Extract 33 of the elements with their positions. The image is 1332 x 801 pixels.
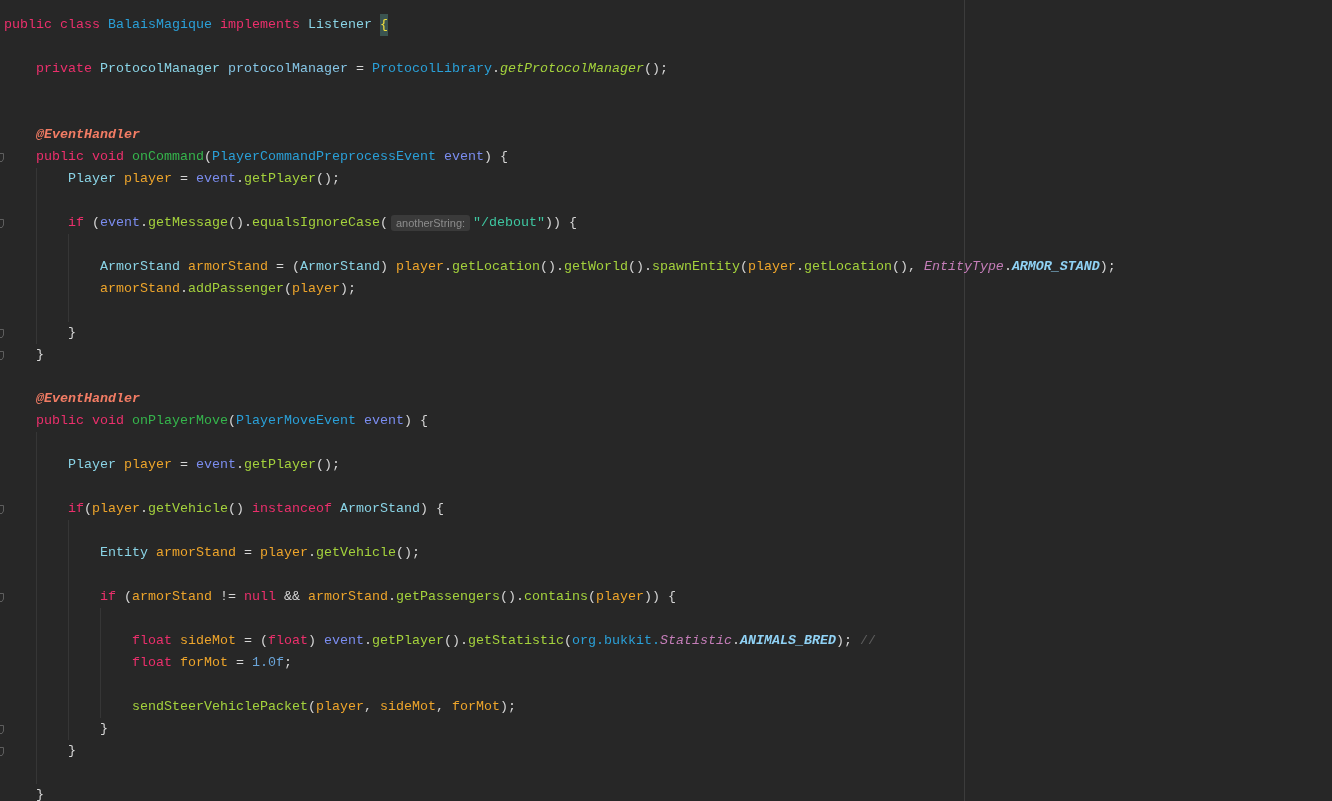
fold-marker-icon[interactable] (0, 152, 4, 162)
fold-marker-icon[interactable] (0, 328, 4, 338)
fold-marker-icon[interactable] (0, 504, 4, 514)
code-text: if(player.getVehicle() instanceof ArmorStand) { (68, 500, 444, 518)
code-text: float forMot = 1.0f; (132, 654, 292, 672)
code-text: } (68, 324, 76, 342)
code-text: } (68, 742, 76, 760)
code-text: Player player = event.getPlayer(); (68, 456, 340, 474)
code-text: public void onPlayerMove(PlayerMoveEvent event) { (36, 412, 428, 430)
code-text: float sideMot = (float) event.getPlayer().getStatistic(org.bukkit.Statistic.ANIMALS_BRED); // (132, 632, 876, 650)
code-text: Player player = event.getPlayer(); (68, 170, 340, 188)
fold-marker-icon[interactable] (0, 350, 4, 360)
matched-brace: { (379, 14, 388, 36)
fold-marker-icon[interactable] (0, 724, 4, 734)
code-text: if (event.getMessage().equalsIgnoreCase( (68, 214, 388, 232)
code-text: Entity armorStand = player.getVehicle(); (100, 544, 420, 562)
code-text: } (36, 346, 44, 364)
parameter-hint: anotherString: (390, 215, 471, 231)
code-text: if (armorStand != null && armorStand.getPassengers().contains(player)) { (100, 588, 676, 606)
code-text: ArmorStand armorStand = (ArmorStand) player.getLocation().getWorld().spawnEntity(player.getLocation(), EntityType.ARMOR_STAND); (100, 258, 1116, 276)
code-text: "/debout")) { (473, 214, 578, 232)
code-text: @EventHandler (36, 390, 140, 408)
code-text: } (100, 720, 108, 738)
code-text: sendSteerVehiclePacket(player, sideMot, forMot); (132, 698, 516, 716)
code-text: } (36, 786, 44, 801)
code-text: @EventHandler (36, 126, 140, 144)
code-text: armorStand.addPassenger(player); (100, 280, 356, 298)
code-text: public class BalaisMagique implements Listener (4, 16, 373, 34)
fold-marker-icon[interactable] (0, 592, 4, 602)
fold-marker-icon[interactable] (0, 218, 4, 228)
code-text: public void onCommand(PlayerCommandPreprocessEvent event) { (36, 148, 508, 166)
fold-marker-icon[interactable] (0, 746, 4, 756)
code-text: private ProtocolManager protocolManager = ProtocolLibrary.getProtocolManager(); (36, 60, 668, 78)
